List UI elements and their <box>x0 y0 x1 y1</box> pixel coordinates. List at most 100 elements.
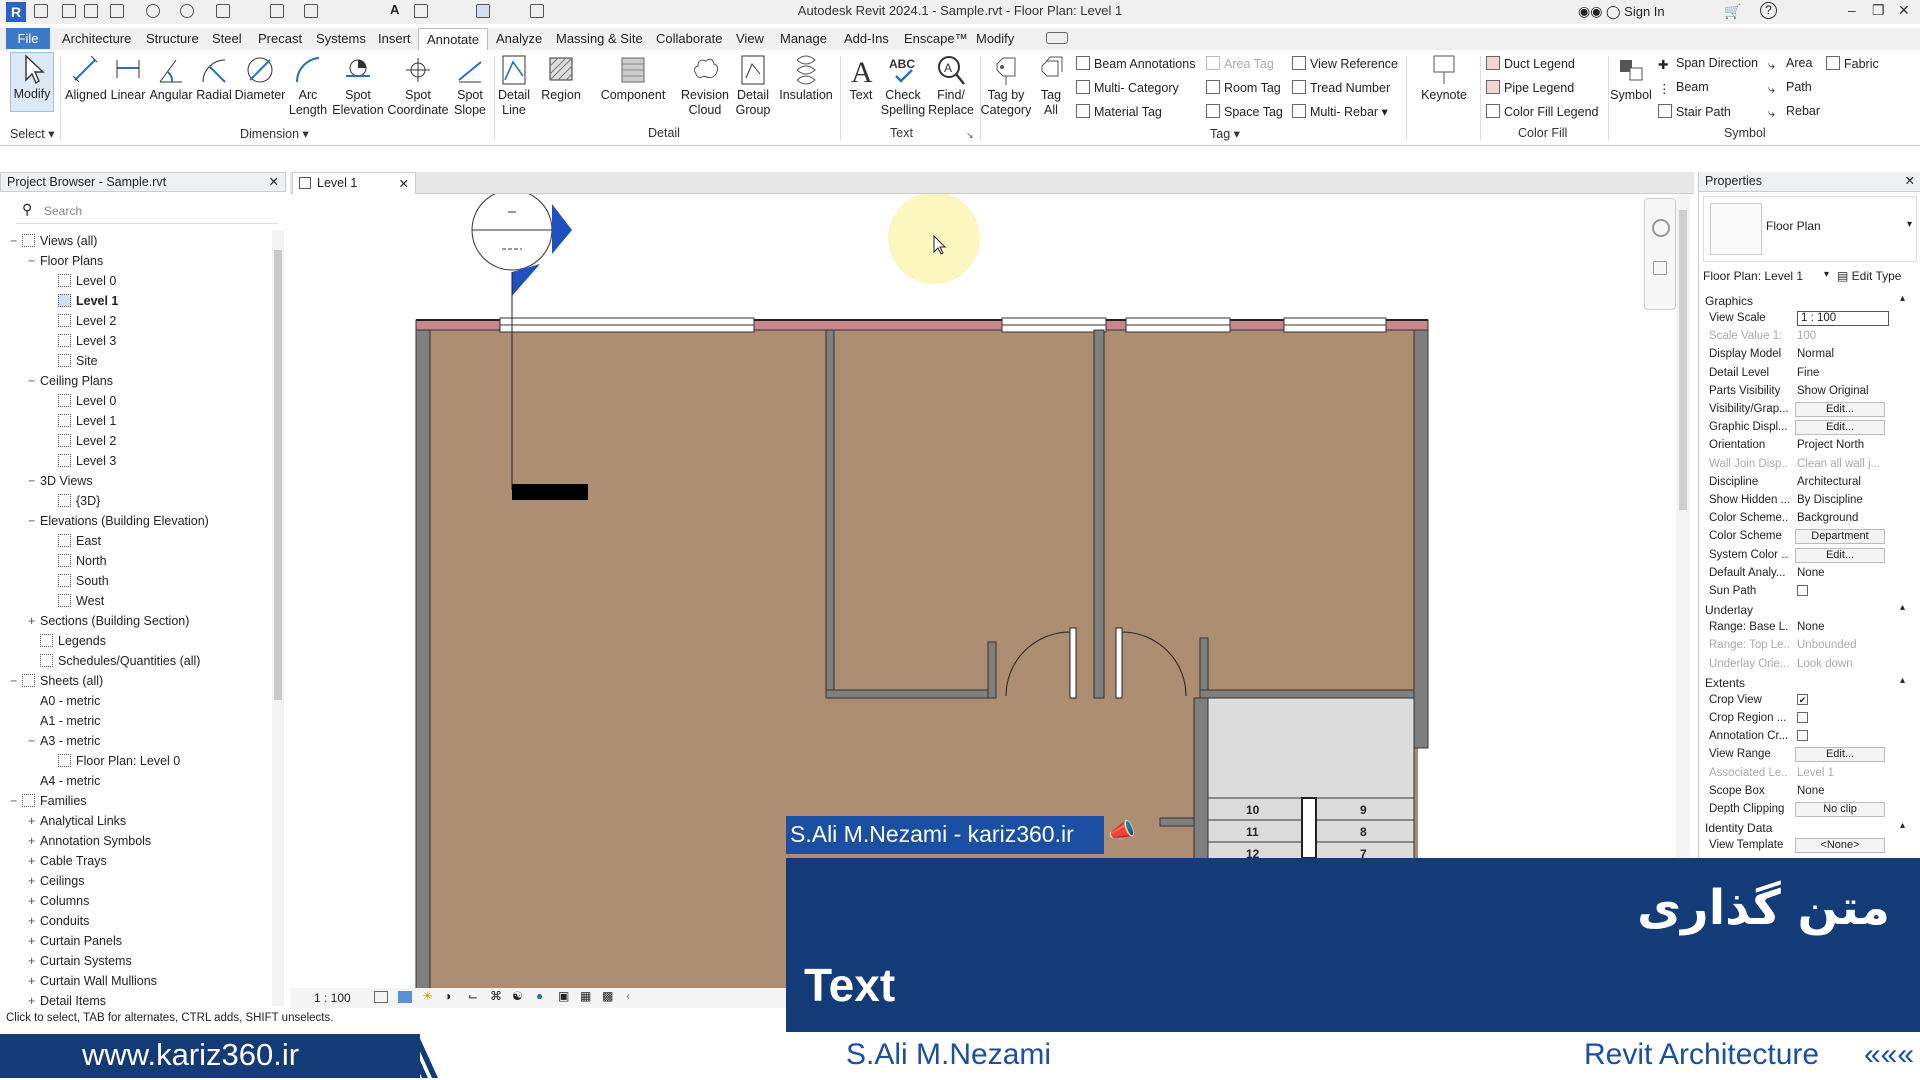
panel-toggle-icon[interactable] <box>1046 32 1068 44</box>
tab-enscape[interactable]: Enscape™ <box>904 31 968 46</box>
tree-node[interactable]: South <box>46 574 109 588</box>
scroll-left-icon[interactable]: ‹ <box>626 989 630 1003</box>
collapse-icon[interactable]: ▴ <box>1900 602 1905 613</box>
tree-node[interactable]: Level 2 <box>46 314 116 328</box>
tree-node[interactable]: + Sections (Building Section) <box>28 614 189 628</box>
pipe-legend-button[interactable]: Pipe Legend <box>1486 80 1574 95</box>
area-tag-button[interactable]: Area Tag <box>1206 56 1274 71</box>
tab-modify[interactable]: Modify <box>976 31 1014 46</box>
expand-icon[interactable]: + <box>28 914 40 928</box>
collapse-icon[interactable]: − <box>28 514 40 528</box>
property-value[interactable]: 1 : 100 <box>1797 311 1889 326</box>
symbol-button[interactable]: Symbol <box>1610 54 1652 103</box>
close-icon[interactable]: ✕ <box>399 176 409 191</box>
tree-node[interactable]: − Elevations (Building Elevation) <box>28 514 209 528</box>
collapse-icon[interactable]: ▴ <box>1900 820 1905 831</box>
collapse-icon[interactable]: − <box>28 374 40 388</box>
lock-view-icon[interactable]: ▣ <box>558 989 569 1003</box>
restore-button[interactable]: ❐ <box>1872 2 1885 19</box>
analytical-model-icon[interactable]: ▦ <box>580 989 591 1003</box>
space-tag-button[interactable]: Space Tag <box>1206 104 1283 119</box>
tag-all-button[interactable]: Tag All <box>1034 54 1068 118</box>
search-input[interactable]: Search <box>44 204 82 218</box>
close-window-button[interactable]: ✕ <box>1898 2 1910 19</box>
tree-node[interactable]: Level 3 <box>46 334 116 348</box>
tab-systems[interactable]: Systems <box>316 31 366 46</box>
text-panel-launcher-icon[interactable]: ↘ <box>966 130 974 141</box>
tree-node[interactable]: + Curtain Wall Mullions <box>28 974 157 988</box>
tab-collaborate[interactable]: Collaborate <box>656 31 723 46</box>
property-edit-button[interactable]: Edit... <box>1795 547 1885 563</box>
property-edit-button[interactable]: <None> <box>1795 838 1885 854</box>
tree-node[interactable]: Level 2 <box>46 434 116 448</box>
elevation-marker[interactable] <box>471 194 553 271</box>
duct-legend-button[interactable]: Duct Legend <box>1486 56 1575 71</box>
check-spelling-button[interactable]: ABC Check Spelling <box>878 54 928 118</box>
tree-node[interactable]: + Curtain Systems <box>28 954 132 968</box>
tree-node[interactable]: − A3 - metric <box>28 734 100 748</box>
color-fill-legend-button[interactable]: Color Fill Legend <box>1486 104 1599 119</box>
instance-selector[interactable]: Floor Plan: Level 1 ▾ <box>1703 266 1831 286</box>
type-selector[interactable]: Floor Plan ▾ <box>1703 196 1917 262</box>
property-checkbox[interactable] <box>1797 712 1808 723</box>
tab-manage[interactable]: Manage <box>780 31 827 46</box>
close-icon[interactable]: ✕ <box>1905 173 1915 188</box>
tree-node[interactable]: Level 0 <box>46 274 116 288</box>
angular-dimension-button[interactable]: Angular <box>148 54 194 103</box>
dimension-panel-label[interactable]: Dimension ▾ <box>240 126 309 141</box>
tree-node[interactable]: A1 - metric <box>28 714 100 728</box>
aligned-dimension-button[interactable]: Aligned <box>64 54 108 103</box>
fabric-symbol-button[interactable]: Fabric <box>1826 56 1879 71</box>
tree-node[interactable]: {3D} <box>46 494 100 508</box>
path-symbol-button[interactable]: ⤷ Path <box>1768 80 1812 96</box>
property-edit-button[interactable]: No clip <box>1795 802 1885 817</box>
region-button[interactable]: Region <box>536 54 586 103</box>
tree-node[interactable]: + Columns <box>28 894 89 908</box>
crop-view-icon[interactable]: ⌙ <box>468 989 478 1003</box>
tree-node[interactable]: + Curtain Panels <box>28 934 122 948</box>
property-edit-button[interactable]: Edit... <box>1795 420 1885 436</box>
keynote-button[interactable]: Keynote <box>1416 54 1472 103</box>
tree-node[interactable]: + Cable Trays <box>28 854 107 868</box>
tree-node[interactable]: + Annotation Symbols <box>28 834 151 848</box>
component-button[interactable]: Component <box>586 54 680 103</box>
tree-node[interactable]: + Conduits <box>28 914 89 928</box>
tree-node[interactable]: West <box>46 594 104 608</box>
tab-insert[interactable]: Insert <box>378 31 411 46</box>
insulation-button[interactable]: Insulation <box>776 54 836 103</box>
tag-panel-label[interactable]: Tag ▾ <box>1210 126 1240 141</box>
tree-node[interactable]: Level 1 <box>46 294 118 308</box>
tab-analyze[interactable]: Analyze <box>496 31 542 46</box>
edit-type-button[interactable]: ▤ Edit Type <box>1837 266 1917 286</box>
tree-node[interactable]: Site <box>46 354 98 368</box>
tab-view[interactable]: View <box>736 31 764 46</box>
tree-node[interactable]: A4 - metric <box>28 774 100 788</box>
diameter-dimension-button[interactable]: Diameter <box>234 54 286 103</box>
visual-style-icon[interactable] <box>398 991 412 1003</box>
collapse-icon[interactable]: − <box>10 794 22 808</box>
tree-node[interactable]: Legends <box>28 634 106 648</box>
spot-coordinate-button[interactable]: Spot Coordinate <box>386 54 450 118</box>
view-tab-level-1[interactable]: Level 1 ✕ <box>292 172 416 194</box>
tab-precast[interactable]: Precast <box>258 31 302 46</box>
tree-node[interactable]: − Ceiling Plans <box>28 374 113 388</box>
property-edit-button[interactable]: Edit... <box>1795 747 1885 763</box>
property-section-identity[interactable]: Identity Data ▴ <box>1699 819 1909 837</box>
modify-button[interactable]: Modify <box>10 52 54 112</box>
tree-node[interactable]: East <box>46 534 101 548</box>
tree-node[interactable]: − Floor Plans <box>28 254 103 268</box>
collapse-icon[interactable]: − <box>28 254 40 268</box>
expand-icon[interactable]: + <box>28 934 40 948</box>
property-checkbox[interactable]: ✔ <box>1797 693 1808 705</box>
tab-steel[interactable]: Steel <box>212 31 242 46</box>
tree-node[interactable]: North <box>46 554 107 568</box>
spot-slope-button[interactable]: Spot Slope <box>450 54 490 118</box>
tag-by-category-button[interactable]: Tag by Category <box>980 54 1032 118</box>
sign-in-link[interactable]: ◯ Sign In <box>1606 4 1665 20</box>
collapse-icon[interactable]: − <box>28 474 40 488</box>
detail-level-icon[interactable] <box>374 991 388 1003</box>
expand-icon[interactable]: + <box>28 814 40 828</box>
beam-symbol-button[interactable]: ⋮ Beam <box>1658 80 1709 96</box>
scrollbar-thumb[interactable] <box>1679 210 1687 510</box>
tab-massing-site[interactable]: Massing & Site <box>556 31 643 46</box>
